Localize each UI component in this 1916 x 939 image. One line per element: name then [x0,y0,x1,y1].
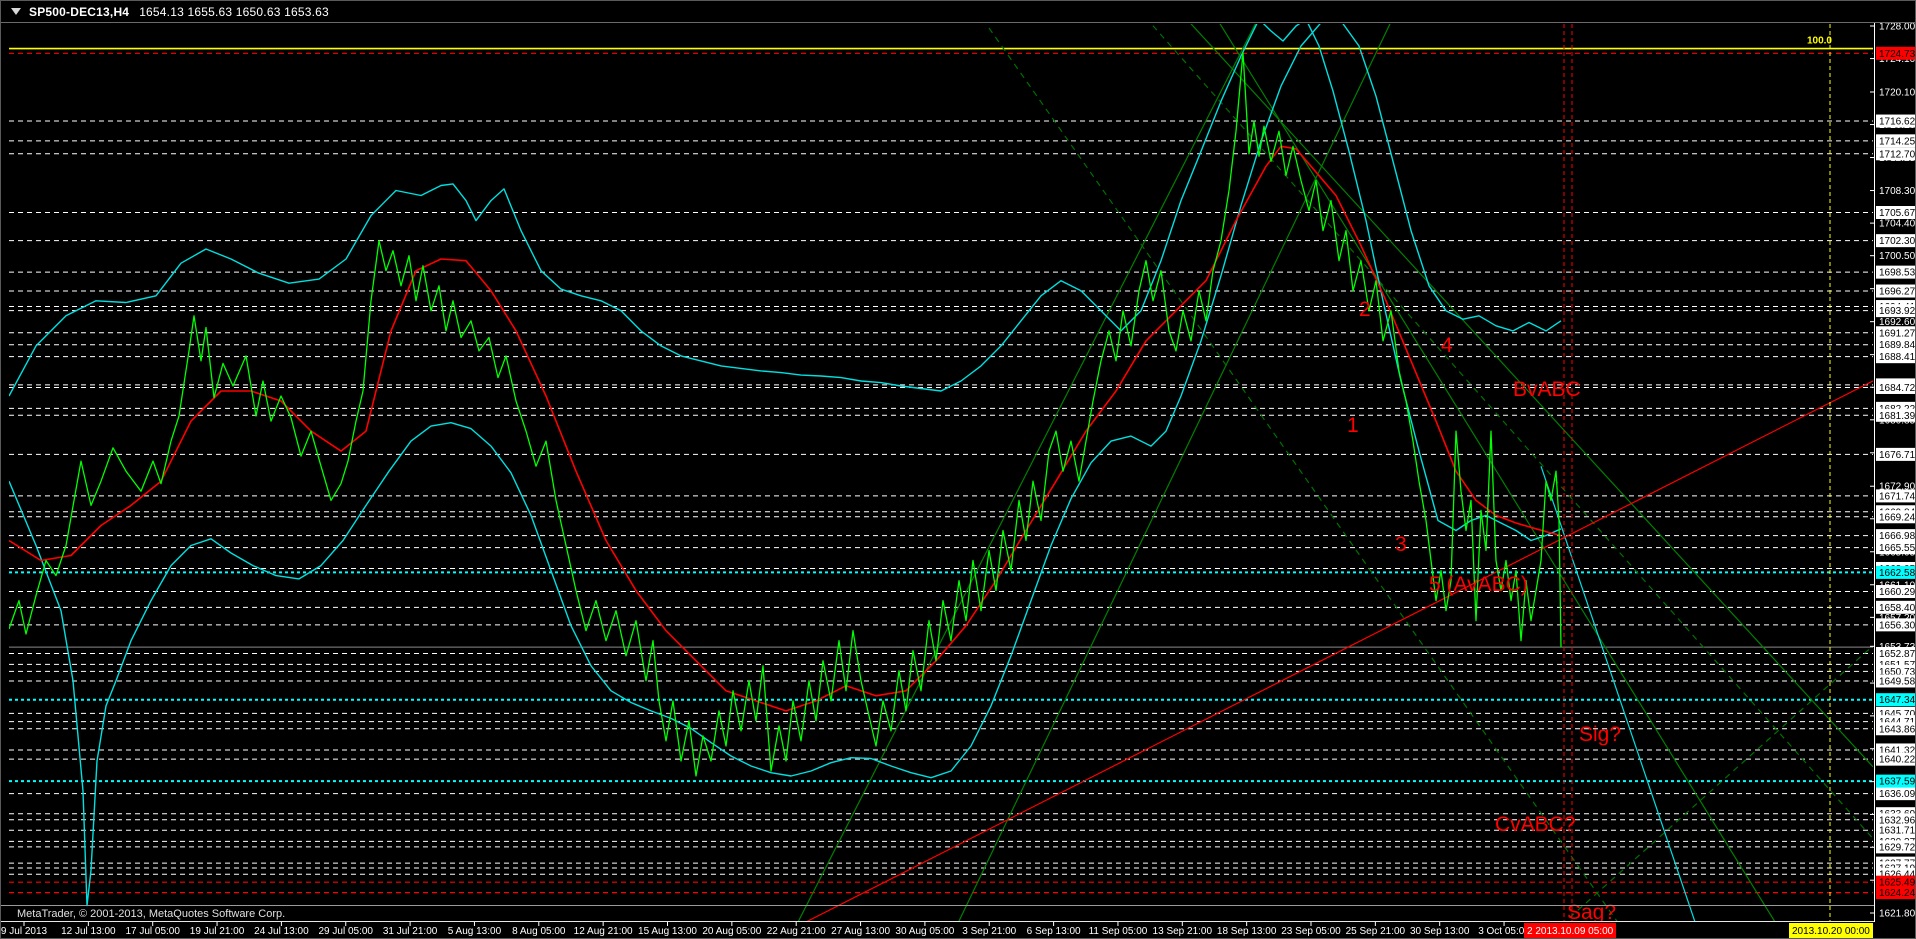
time-label: 20 Aug 05:00 [702,926,761,937]
wave-label[interactable]: Sig? [1579,723,1621,746]
time-label: 29 Jul 05:00 [319,926,374,937]
price-level-box-label: 1629.72 [1879,842,1916,853]
time-label: 25 Sep 21:00 [1346,926,1406,937]
wave-label[interactable]: 3 [1395,533,1407,556]
price-level-box-label: 1636.09 [1879,789,1916,800]
wave-label[interactable]: 5 (AvABC) [1429,573,1528,596]
time-label: 22 Aug 21:00 [767,926,826,937]
time-label: 23 Sep 05:00 [1281,926,1341,937]
time-label: 9 Jul 2013 [1,926,48,937]
price-level-box-label: 1649.58 [1879,676,1916,687]
time-label: 27 Aug 13:00 [831,926,890,937]
price-level-box-label: 1662.58 [1879,568,1916,579]
fib-100-label: 100.0 [1807,36,1832,47]
time-label: 5 Aug 13:00 [448,926,502,937]
symbol-period-label: SP500-DEC13,H4 [29,5,129,19]
wave-label[interactable]: Sag? [1567,901,1616,924]
copyright-text: MetaTrader, © 2001-2013, MetaQuotes Soft… [17,908,285,920]
time-mark-yellow-label: 2013.10.20 00:00 [1792,926,1870,937]
time-label: 19 Jul 21:00 [190,926,245,937]
axis-tick-label: 1728.00 [1879,23,1916,33]
time-label: 24 Jul 13:00 [254,926,309,937]
time-label: 31 Jul 21:00 [383,926,438,937]
axis-tick-label: 1621.80 [1879,909,1916,920]
wave-label[interactable]: 4 [1441,334,1453,357]
time-label: 6 Sep 13:00 [1027,926,1081,937]
time-label: 18 Sep 13:00 [1217,926,1277,937]
chart-title: SP500-DEC13,H4 1654.13 1655.63 1650.63 16… [29,5,329,19]
time-label: 12 Jul 13:00 [61,926,116,937]
price-level-box-label: 1684.72 [1879,383,1916,394]
axis-tick-label: 1708.30 [1879,186,1916,197]
price-level-box-label: 1702.30 [1879,236,1916,247]
price-level-box-label: 1656.30 [1879,620,1916,631]
price-level-box-label: 1696.27 [1879,287,1916,298]
price-level-box-label: 1705.67 [1879,208,1916,219]
chart-canvas[interactable]: 100.0 1 2 4 BvABC 3 5 (AvABC) Sig? CvABC? Sag? Met… [1,23,1916,939]
price-level-box-label: 1640.22 [1879,755,1916,766]
price-level-box-label: 1712.70 [1879,149,1916,160]
price-level-box-label: 1643.86 [1879,724,1916,735]
price-level-box-label: 1660.29 [1879,587,1916,598]
price-level-box-label: 1666.98 [1879,531,1916,542]
price-level-box-label: 1714.25 [1879,136,1916,147]
price-level-box-label: 1647.34 [1879,695,1916,706]
time-label: 8 Aug 05:00 [512,926,566,937]
price-level-box-label: 1624.24 [1879,888,1916,899]
time-label: 30 Sep 13:00 [1410,926,1470,937]
price-level-box-label: 1658.40 [1879,603,1916,614]
price-level-box-label: 1637.59 [1879,777,1916,788]
price-level-box-label: 1671.74 [1879,491,1916,502]
time-label: 12 Aug 21:00 [574,926,633,937]
wave-label[interactable]: BvABC [1513,378,1581,401]
axis-tick-label: 1720.10 [1879,87,1916,98]
wave-label[interactable]: CvABC? [1495,813,1576,836]
price-level-box-label: 1681.39 [1879,411,1916,422]
time-mark-red-label: 2 2013.10.09 05:00 [1527,926,1614,937]
plot-area[interactable] [1,23,1916,939]
time-label: 15 Aug 13:00 [638,926,697,937]
ohlc-values: 1654.13 1655.63 1650.63 1653.63 [139,5,329,19]
price-level-box-label: 1693.92 [1879,306,1916,317]
price-level-box-label: 1691.27 [1879,328,1916,339]
price-level-box-label: 1676.71 [1879,450,1916,461]
collapse-triangle-icon[interactable] [11,8,21,15]
price-level-box-label: 1716.62 [1879,117,1916,128]
time-label: 11 Sep 05:00 [1089,926,1148,937]
chart-title-bar: SP500-DEC13,H4 1654.13 1655.63 1650.63 16… [1,1,1915,23]
terminal-chart-window: SP500-DEC13,H4 1654.13 1655.63 1650.63 16… [0,0,1916,939]
price-level-box-label: 1698.53 [1879,268,1916,279]
price-level-box-label: 1665.55 [1879,543,1916,554]
time-label: 3 Sep 21:00 [962,926,1016,937]
time-label: 13 Sep 21:00 [1153,926,1213,937]
price-level-box-label: 1669.24 [1879,512,1916,523]
wave-label[interactable]: 2 [1359,298,1371,321]
price-level-box-label: 1688.41 [1879,352,1916,363]
time-label: 3 Oct 05:00 [1478,926,1530,937]
time-label: 17 Jul 05:00 [125,926,180,937]
price-level-box-label: 1724.73 [1879,49,1916,60]
price-level-box-label: 1689.84 [1879,340,1916,351]
axis-tick-label: 1704.40 [1879,219,1916,230]
wave-label[interactable]: 1 [1347,414,1359,437]
axis-tick-label: 1700.50 [1879,251,1916,262]
time-label: 30 Aug 05:00 [895,926,954,937]
